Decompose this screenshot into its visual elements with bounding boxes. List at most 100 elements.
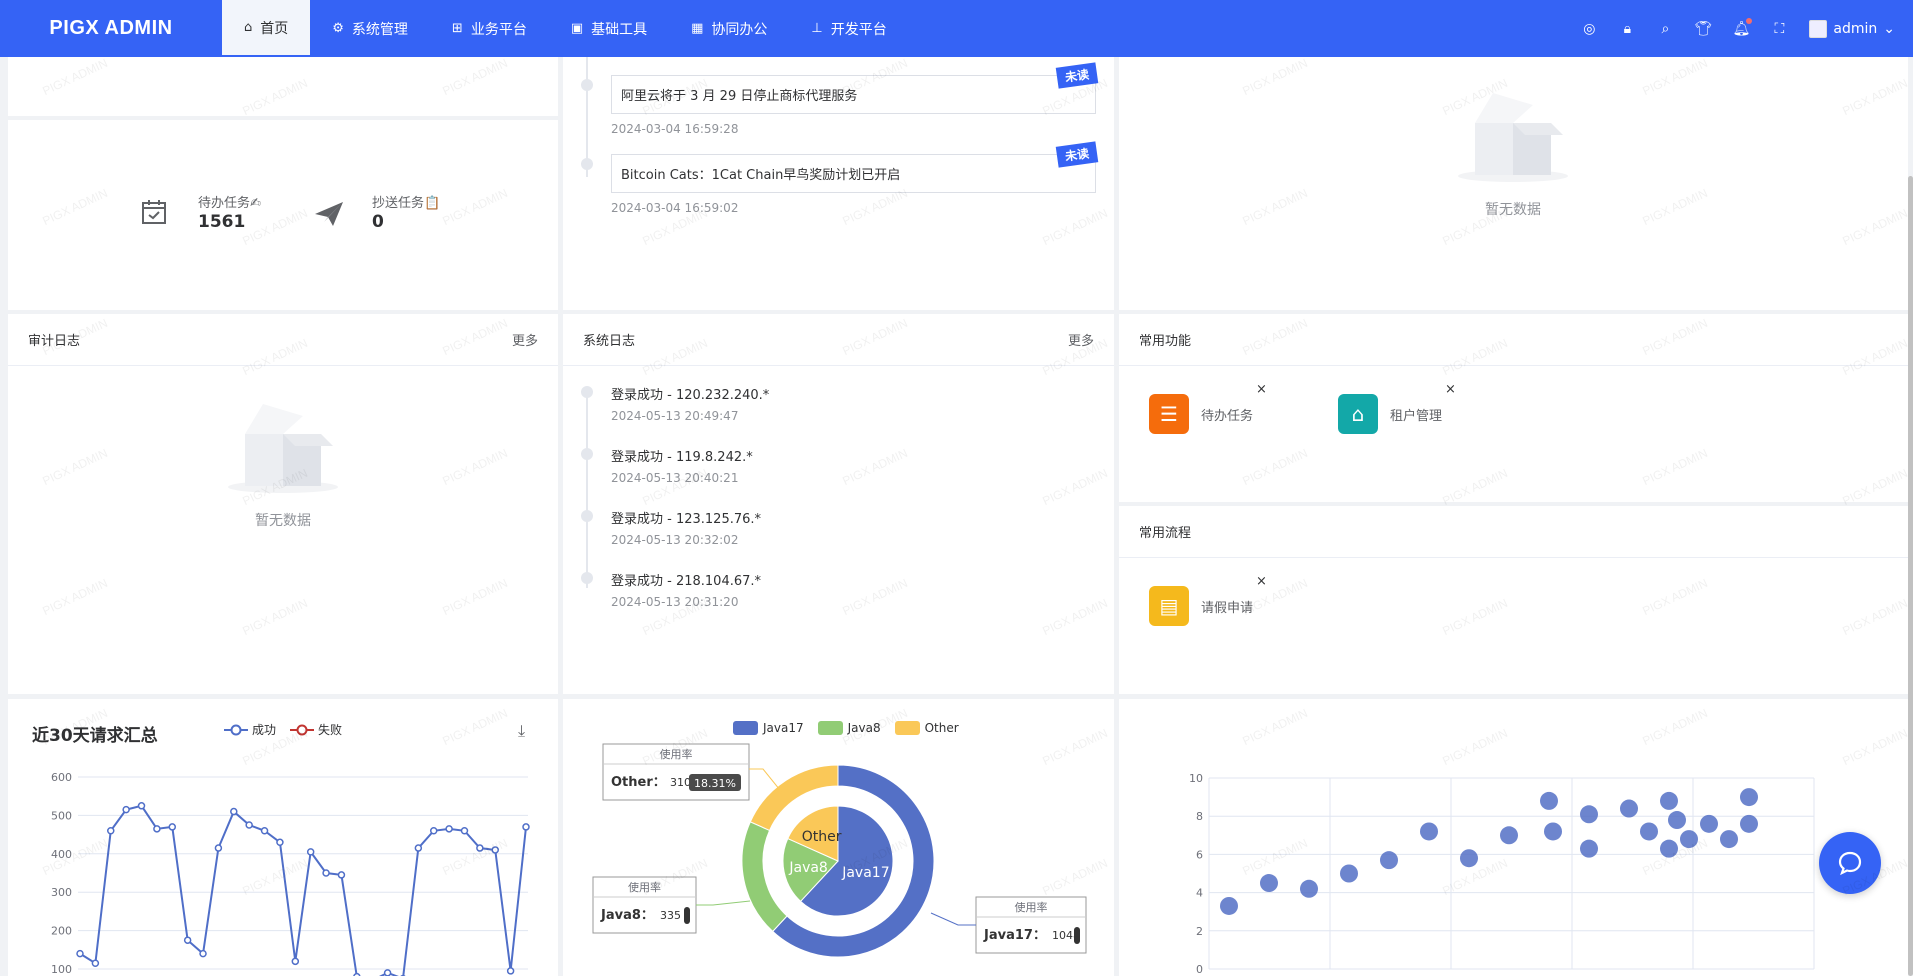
line-chart: 100 200 300 400 500 600	[51, 771, 530, 976]
scatter-chart-card: 0 2 4 6 8 10	[1119, 699, 1908, 976]
data-point	[137, 802, 146, 810]
more-link[interactable]: 更多	[512, 330, 538, 349]
pie-tooltip-other: 使用率 Other： 310 18.31%	[602, 743, 750, 801]
log-time: 2024-05-13 20:40:21	[611, 471, 739, 485]
scatter-point	[1540, 791, 1558, 810]
menu-item-label: 首页	[260, 20, 289, 37]
tooltip-name: Java17：	[983, 928, 1046, 943]
line-chart-card: 近30天请求汇总 成功 失败 ⤓ 100 200 300 400 500 600	[8, 699, 558, 976]
sitemap-icon: ⊥	[811, 21, 823, 36]
theme-shirt-icon[interactable]: 👕︎	[1695, 21, 1713, 37]
notice-item[interactable]: 阿里云将于 3 月 29 日停止商标代理服务 未读	[611, 62, 1099, 114]
close-icon[interactable]: ×	[1445, 382, 1456, 397]
scatter-point	[1420, 822, 1438, 841]
data-point	[306, 848, 315, 856]
bell-icon[interactable]: 🔔︎	[1733, 17, 1753, 37]
tooltip-percent-badge	[684, 907, 690, 924]
avatar	[1809, 19, 1828, 38]
tooltip-percent: 18.31%	[694, 777, 736, 790]
page-scrollbar[interactable]	[1908, 176, 1913, 976]
legend-label: 成功	[252, 723, 277, 737]
data-point	[183, 936, 192, 944]
user-menu[interactable]: admin ⌄	[1809, 19, 1895, 38]
target-icon[interactable]: ◎	[1581, 21, 1597, 37]
data-point	[322, 869, 330, 877]
scatter-point	[1460, 849, 1478, 868]
log-title: 登录成功 - 218.104.67.*	[611, 574, 762, 589]
log-title: 登录成功 - 119.8.242.*	[611, 450, 753, 465]
chat-button[interactable]	[1819, 832, 1881, 894]
fullscreen-icon[interactable]: ⛶	[1771, 21, 1787, 37]
notice-title: 阿里云将于 3 月 29 日停止商标代理服务	[621, 89, 858, 104]
top-card-partial	[8, 57, 558, 116]
card-title: 常用流程	[1139, 526, 1192, 541]
data-point	[245, 821, 253, 829]
todo-task-label: 待办任务✍	[198, 196, 261, 211]
tooltip-value: 310	[670, 776, 691, 789]
todo-task-count[interactable]: 1561	[198, 212, 245, 232]
lock-icon[interactable]: 🔒︎	[1619, 21, 1635, 37]
y-tick-label: 0	[1196, 963, 1203, 976]
search-icon[interactable]: ⌕	[1657, 21, 1673, 37]
username: admin	[1833, 20, 1878, 37]
menu-item-label: 基础工具	[591, 21, 648, 38]
scatter-point	[1660, 791, 1678, 810]
timeline-dot	[581, 572, 593, 584]
empty-text: 暂无数据	[1485, 202, 1541, 218]
notice-title: Bitcoin Cats：1Cat Chain早鸟奖励计划已开启	[621, 168, 901, 183]
scatter-point	[1580, 805, 1598, 824]
y-tick-label: 2	[1196, 925, 1203, 938]
quick-item-todo[interactable]: ☰ 待办任务	[1149, 394, 1253, 434]
timeline-dot	[581, 158, 593, 170]
app-logo[interactable]: PIGX ADMIN	[0, 17, 222, 40]
unread-badge: 未读	[1055, 62, 1099, 89]
y-tick-label: 100	[51, 963, 72, 976]
log-time: 2024-05-13 20:49:47	[611, 409, 739, 423]
gear-icon: ⚙	[332, 21, 344, 36]
card-title: 常用功能	[1139, 334, 1192, 349]
pie-tooltip-java17: 使用率Java17： 1048	[975, 896, 1087, 954]
system-log-card: 系统日志 更多 登录成功 - 120.232.240.* 2024-05-13 …	[563, 314, 1114, 694]
legend-item-fail[interactable]: 失败	[290, 721, 342, 738]
tooltip-title: 使用率	[1015, 900, 1048, 914]
card-header: 常用流程	[1119, 506, 1908, 558]
menu-item-home[interactable]: ⌂ 首页	[222, 0, 311, 57]
scatter-point	[1740, 814, 1758, 833]
legend-marker	[290, 724, 315, 735]
data-point	[91, 959, 100, 967]
scatter-point	[1260, 874, 1278, 893]
menu-item-dev[interactable]: ⊥ 开发平台	[789, 0, 908, 57]
close-icon[interactable]: ×	[1256, 574, 1267, 589]
quick-item-leave[interactable]: ▤ 请假申请	[1149, 586, 1253, 626]
cc-task-count[interactable]: 0	[372, 212, 384, 232]
close-icon[interactable]: ×	[1256, 382, 1267, 397]
data-point	[383, 969, 392, 976]
quick-item-tenant[interactable]: ⌂ 租户管理	[1338, 394, 1442, 434]
menu-item-tools[interactable]: ▣ 基础工具	[549, 0, 669, 57]
audit-log-card: 审计日志 更多 暂无数据	[8, 314, 558, 694]
home-icon: ⌂	[244, 20, 253, 35]
y-tick-label: 300	[51, 886, 72, 899]
more-link[interactable]: 更多	[1068, 330, 1094, 349]
pie-slice-label: Other	[802, 829, 842, 845]
chart-legend: 成功 失败	[224, 721, 342, 738]
scatter-point	[1660, 839, 1678, 858]
timeline-line	[586, 388, 588, 588]
notice-item[interactable]: Bitcoin Cats：1Cat Chain早鸟奖励计划已开启 未读	[611, 141, 1099, 193]
menu-item-business[interactable]: ⊞ 业务平台	[430, 0, 549, 57]
empty-box-icon	[228, 404, 338, 493]
data-point	[506, 967, 515, 975]
grid-icon: ⊞	[451, 21, 463, 36]
chevron-down-icon: ⌄	[1883, 20, 1895, 37]
download-icon[interactable]: ⤓	[518, 721, 525, 741]
chart-title: 近30天请求汇总	[32, 726, 158, 746]
data-point	[460, 827, 469, 835]
menu-item-system[interactable]: ⚙ 系统管理	[310, 0, 430, 57]
legend-item-success[interactable]: 成功	[224, 721, 276, 738]
data-point	[429, 827, 438, 835]
data-point	[445, 825, 453, 833]
data-point	[76, 949, 84, 958]
scatter-point	[1640, 822, 1658, 841]
menu-item-office[interactable]: ▦ 协同办公	[669, 0, 789, 57]
card-header: 系统日志 更多	[563, 314, 1114, 366]
